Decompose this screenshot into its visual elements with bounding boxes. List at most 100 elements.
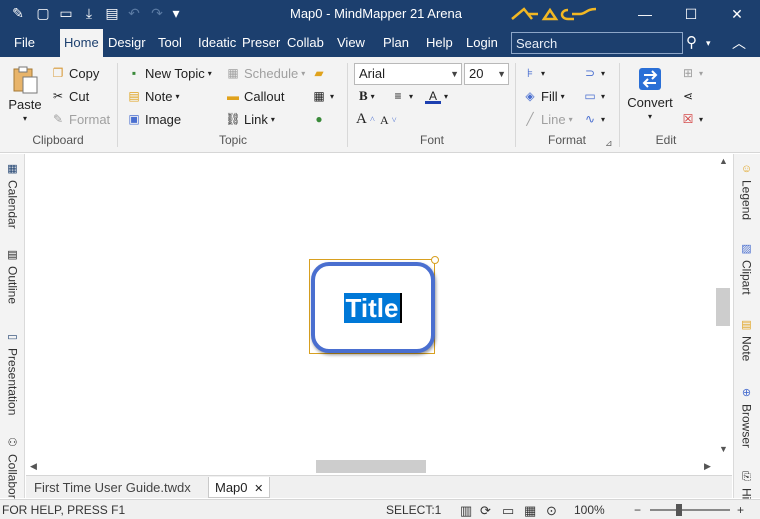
new-topic-icon: ▪	[131, 66, 137, 80]
minimize-button[interactable]: —	[622, 0, 668, 29]
horizontal-scroll-thumb[interactable]	[316, 460, 426, 473]
copy-button[interactable]: ❐ Copy	[50, 63, 100, 83]
link-dropdown-icon[interactable]: ▾	[271, 115, 275, 124]
new-topic-button[interactable]: ▪ New Topic ▾	[126, 63, 212, 83]
panel-tab-collaboration[interactable]: ⚇ Collabor	[0, 436, 25, 499]
shrink-font-button[interactable]: A ˅	[380, 110, 397, 130]
zoom-fit-icon[interactable]: ⊙	[546, 503, 557, 519]
tab-login[interactable]: Login	[466, 29, 498, 57]
note-button[interactable]: ▤ Note ▾	[126, 86, 179, 106]
clip-icon[interactable]: ✎	[10, 5, 26, 21]
panel-tab-history[interactable]: ⎘ Hi	[734, 470, 759, 499]
doc-tab-guide[interactable]: First Time User Guide.twdx	[28, 477, 197, 498]
customize-icon[interactable]: ▾	[168, 5, 184, 21]
panel-tab-outline[interactable]: ▤ Outline	[0, 248, 25, 304]
layout-button[interactable]: ⊧ ▾	[522, 63, 545, 83]
note-dropdown-icon[interactable]: ▾	[175, 92, 179, 101]
tab-collab[interactable]: Collab	[287, 29, 327, 57]
share-button[interactable]: ⋖	[680, 86, 696, 106]
scroll-up-icon[interactable]: ▲	[719, 156, 728, 166]
image-button[interactable]: ▣ Image	[126, 109, 181, 129]
line-icon: ╱	[526, 112, 534, 126]
doc-tab-map0[interactable]: Map0 ✕	[208, 477, 271, 498]
panel-tab-presentation-label: Presentation	[5, 348, 20, 416]
schedule-button[interactable]: ▦ Schedule ▾	[225, 63, 305, 83]
zoom-slider-handle[interactable]	[676, 504, 682, 516]
arrange-button[interactable]: ⊞ ▾	[680, 63, 703, 83]
branch-button[interactable]: ∿ ▾	[582, 109, 605, 129]
relation-icon[interactable]: ▰	[311, 63, 327, 83]
search-dropdown-icon[interactable]: ▾	[706, 29, 711, 57]
tab-view[interactable]: View	[337, 29, 365, 57]
horizontal-scrollbar[interactable]: ◀ ▶	[26, 459, 732, 474]
tab-plan[interactable]: Plan	[383, 29, 409, 57]
panel-tab-legend[interactable]: ☺ Legend	[734, 162, 759, 220]
scroll-down-icon[interactable]: ▼	[719, 444, 728, 454]
left-side-panel: ▦ Calendar ▤ Outline ▭ Presentation ⚇ Co…	[0, 154, 25, 499]
zoom-slider-track[interactable]	[650, 509, 730, 511]
search-icon[interactable]: ⚲	[686, 29, 697, 57]
cut-button[interactable]: ✂ Cut	[50, 86, 89, 106]
new-topic-dropdown-icon[interactable]: ▾	[208, 69, 212, 78]
vertical-scrollbar[interactable]: ▲ ▼	[715, 154, 732, 459]
line-button[interactable]: ╱ Line ▾	[522, 109, 572, 129]
tab-tool[interactable]: Tool	[158, 29, 182, 57]
zoom-in-button[interactable]: +	[737, 503, 744, 517]
open-icon[interactable]: ▭	[58, 5, 74, 21]
scroll-left-icon[interactable]: ◀	[30, 461, 37, 472]
maximize-button[interactable]: ☐	[668, 0, 714, 29]
tab-design[interactable]: Desigr	[108, 29, 148, 57]
format-painter-button[interactable]: ✎ Format	[50, 109, 110, 129]
zoom-out-button[interactable]: −	[634, 503, 641, 517]
refresh-view-icon[interactable]: ⟳	[480, 503, 491, 519]
new-icon[interactable]: ▢	[35, 5, 51, 21]
search-input[interactable]	[511, 32, 683, 54]
callout-button[interactable]: ▬ Callout	[225, 86, 284, 106]
save-icon[interactable]: ⤓	[81, 5, 97, 21]
format-launcher-icon[interactable]: ⊿	[605, 133, 613, 153]
screen-view-icon[interactable]: ▭	[502, 503, 514, 519]
undo-icon[interactable]: ↶	[126, 5, 142, 21]
tab-presentation[interactable]: Preser	[242, 29, 280, 57]
paste-button[interactable]: Clipboard Paste ▾	[8, 65, 42, 127]
fill-button[interactable]: ◈ Fill ▾	[522, 86, 564, 106]
collapse-ribbon-icon[interactable]: ︿	[732, 29, 746, 57]
tab-home[interactable]: Home	[60, 29, 103, 57]
shape-button[interactable]: ⊃ ▾	[582, 63, 605, 83]
font-color-button[interactable]: A ▾	[425, 86, 448, 106]
paste-dropdown-icon[interactable]: ▾	[23, 114, 27, 123]
grid-view-icon[interactable]: ▦	[524, 503, 536, 519]
redo-icon[interactable]: ↷	[149, 5, 165, 21]
tab-file[interactable]: File	[14, 29, 35, 57]
panel-tab-note[interactable]: ▤ Note	[734, 318, 759, 361]
microphone-icon[interactable]: ●	[311, 109, 327, 129]
page-view-icon[interactable]: ▥	[460, 503, 472, 519]
scroll-right-icon[interactable]: ▶	[704, 461, 711, 472]
panel-tab-presentation[interactable]: ▭ Presentation	[0, 330, 25, 415]
tab-ideation[interactable]: Ideatic	[198, 29, 236, 57]
convert-button[interactable]: Convert ▾	[626, 65, 674, 127]
style-button[interactable]: ▭ ▾	[582, 86, 605, 106]
tab-help[interactable]: Help	[426, 29, 453, 57]
grow-font-button[interactable]: A ˄	[356, 109, 375, 129]
central-topic[interactable]: Title	[311, 262, 435, 353]
print-icon[interactable]: ▤	[104, 5, 120, 21]
topic-resize-handle[interactable]	[431, 256, 439, 264]
align-button[interactable]: ≡ ▾	[390, 86, 413, 106]
vertical-scroll-thumb[interactable]	[716, 288, 730, 326]
close-icon[interactable]: ✕	[254, 483, 263, 495]
panel-tab-calendar[interactable]: ▦ Calendar	[0, 162, 25, 229]
link-button[interactable]: ⛓ Link ▾	[225, 109, 275, 129]
group-label-clipboard: Clipboard	[32, 133, 84, 147]
delete-button[interactable]: ☒ ▾	[680, 109, 703, 129]
bold-button[interactable]: B ▾	[359, 86, 375, 106]
close-button[interactable]: ✕	[714, 0, 760, 29]
font-family-select[interactable]: Arial ▼	[354, 63, 462, 85]
schedule-dropdown-icon[interactable]: ▾	[301, 69, 305, 78]
panel-tab-browser[interactable]: ⊕ Browser	[734, 386, 759, 448]
table-icon[interactable]: ▦ ▾	[311, 86, 334, 106]
panel-tab-clipart[interactable]: ▨ Clipart	[734, 242, 759, 295]
font-size-select[interactable]: 20 ▼	[464, 63, 509, 85]
convert-dropdown-icon[interactable]: ▾	[648, 112, 652, 121]
topic-text[interactable]: Title	[343, 292, 403, 323]
